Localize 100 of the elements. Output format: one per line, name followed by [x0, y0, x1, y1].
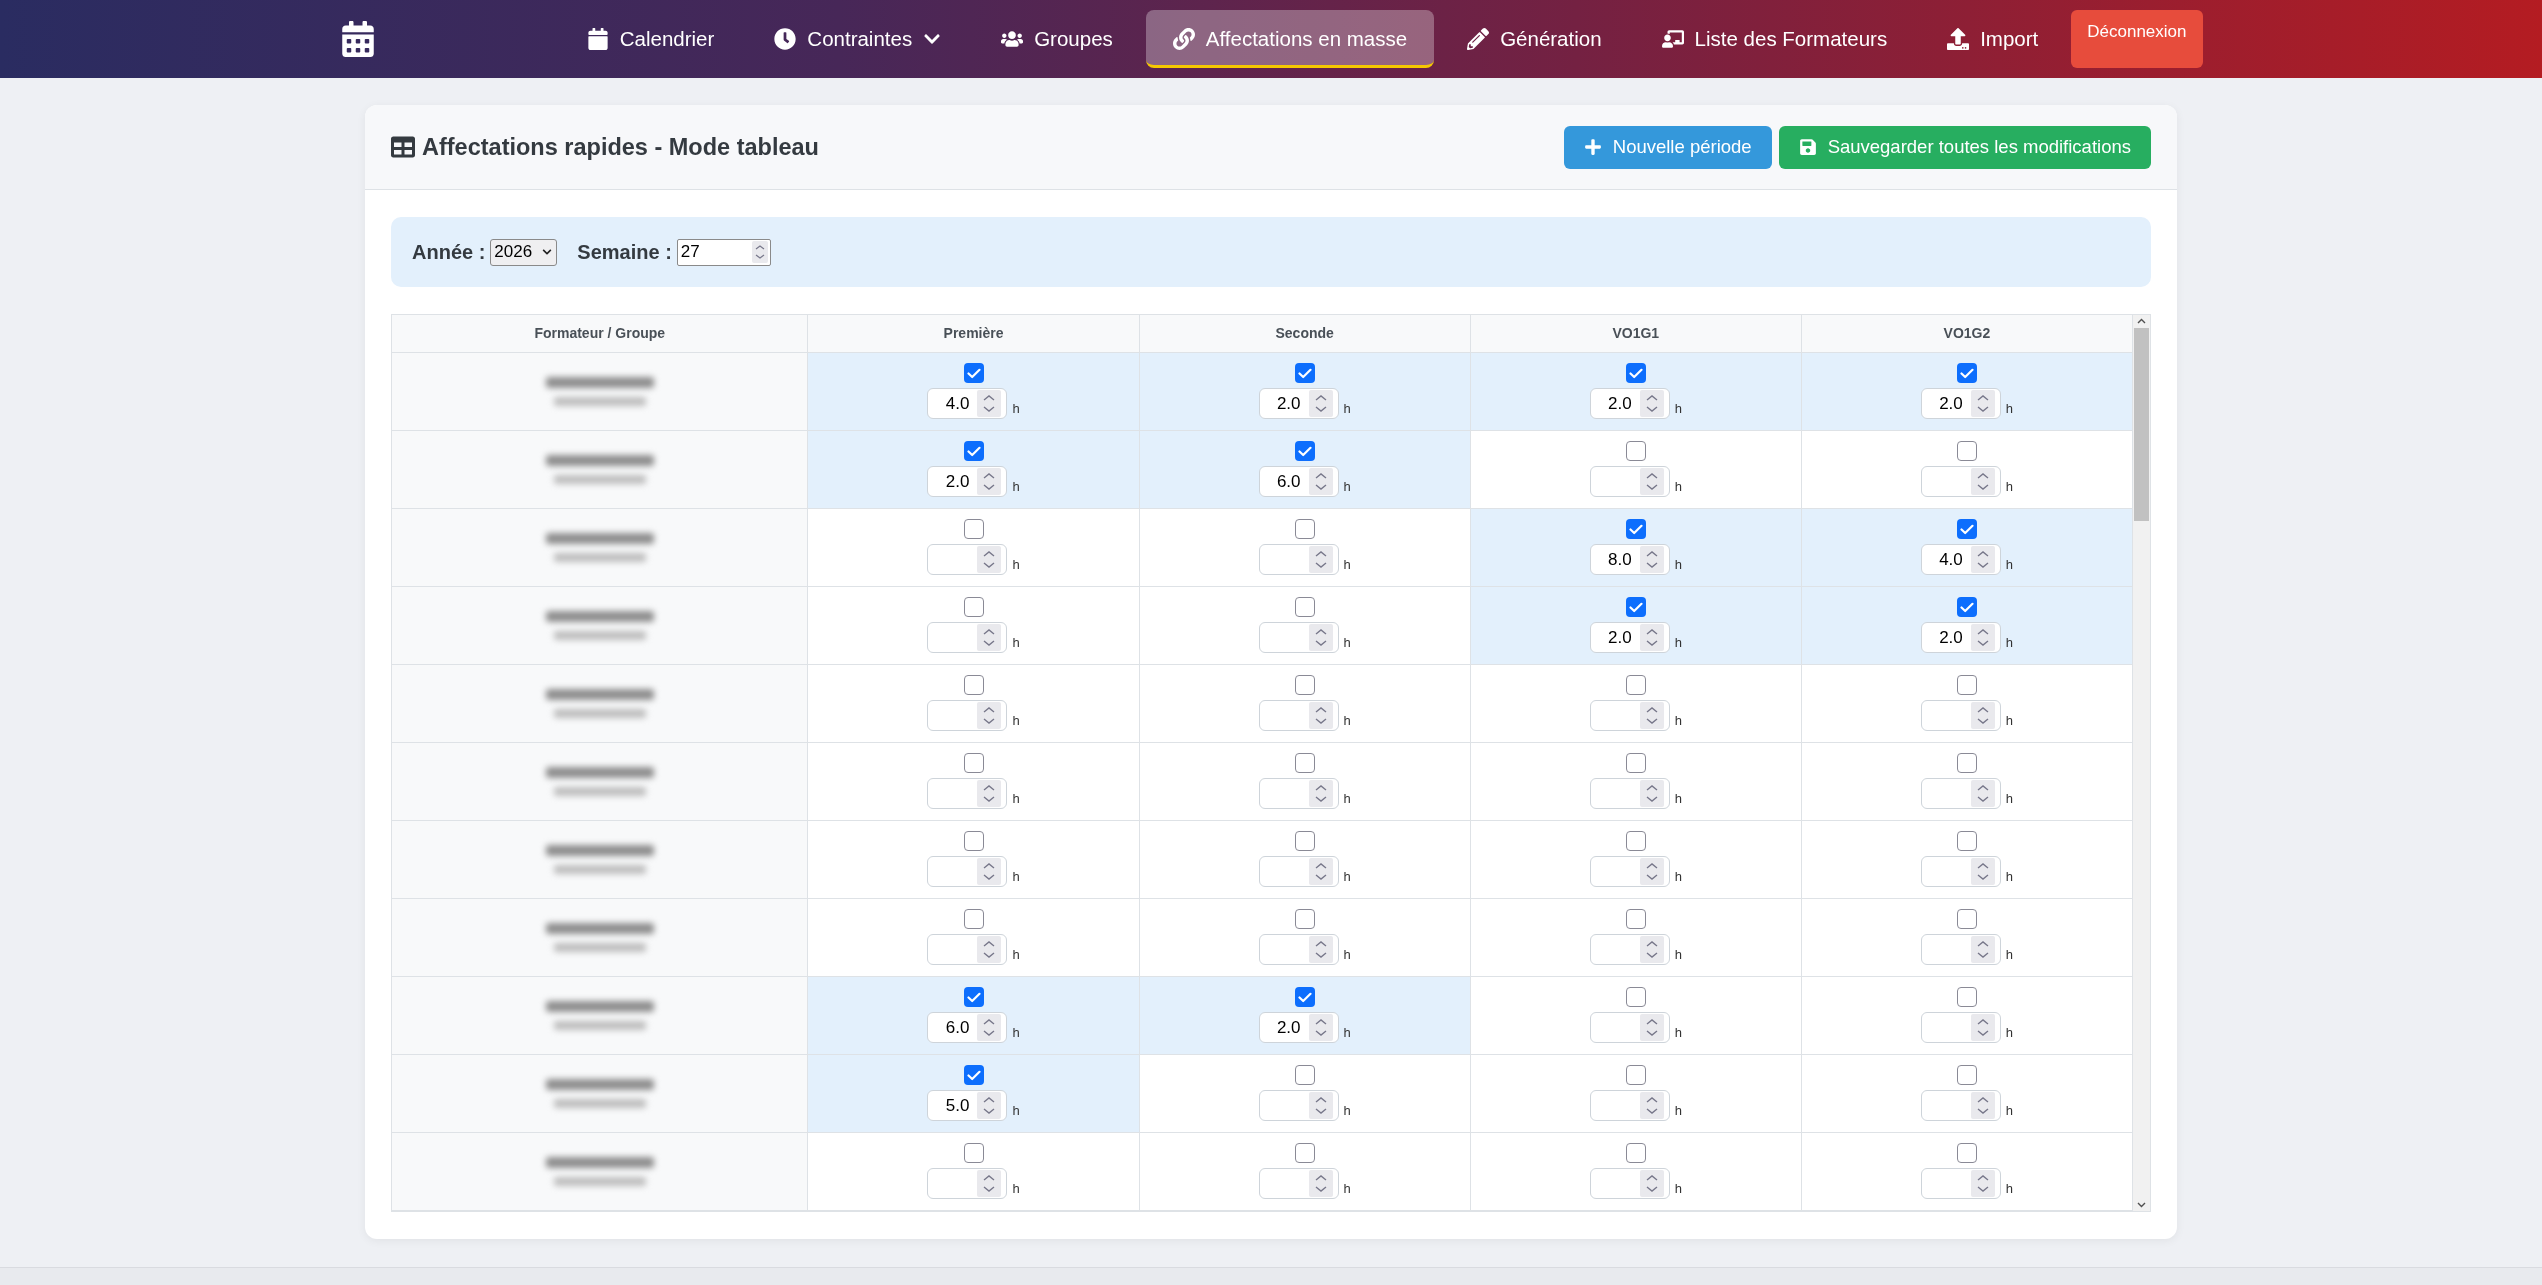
checkbox[interactable] [1625, 597, 1646, 617]
hours-field[interactable] [1589, 934, 1670, 965]
nav-link[interactable]: Groupes [974, 10, 1140, 68]
nav-link[interactable]: Import [1920, 10, 2066, 68]
hours-field[interactable] [1920, 1168, 2001, 1199]
spinner-icon[interactable] [1308, 858, 1333, 885]
checkbox[interactable] [1294, 1065, 1315, 1085]
hours-field[interactable] [1920, 1012, 2001, 1043]
checkbox[interactable] [963, 909, 984, 929]
hours-field[interactable] [1589, 1168, 1670, 1199]
hours-field[interactable] [1258, 1090, 1339, 1121]
hours-field[interactable]: 4.0 [927, 388, 1008, 419]
hours-field[interactable]: 2.0 [1258, 388, 1339, 419]
hours-field[interactable] [1589, 856, 1670, 887]
hours-field[interactable]: 2.0 [1920, 622, 2001, 653]
spinner-icon[interactable] [977, 468, 1002, 495]
spinner-icon[interactable] [1970, 780, 1995, 807]
checkbox[interactable] [1956, 519, 1977, 539]
nav-link[interactable]: Génération [1440, 10, 1629, 68]
checkbox[interactable] [963, 1143, 984, 1163]
hours-field[interactable]: 2.0 [1589, 622, 1670, 653]
spinner-icon[interactable] [977, 780, 1002, 807]
checkbox[interactable] [1956, 441, 1977, 461]
hours-field[interactable] [1920, 466, 2001, 497]
spinner-icon[interactable] [751, 241, 768, 263]
spinner-icon[interactable] [1639, 546, 1664, 573]
hours-field[interactable]: 4.0 [1920, 544, 2001, 575]
spinner-icon[interactable] [1308, 390, 1333, 417]
spinner-icon[interactable] [1639, 858, 1664, 885]
hours-field[interactable] [927, 1168, 1008, 1199]
spinner-icon[interactable] [977, 702, 1002, 729]
spinner-icon[interactable] [977, 546, 1002, 573]
checkbox[interactable] [1294, 363, 1315, 383]
hours-field[interactable] [1258, 778, 1339, 809]
scrollbar-track[interactable] [2133, 315, 2150, 1211]
hours-field[interactable] [1589, 778, 1670, 809]
scrollbar-thumb[interactable] [2134, 328, 2149, 521]
spinner-icon[interactable] [1308, 1014, 1333, 1041]
spinner-icon[interactable] [1639, 1014, 1664, 1041]
checkbox[interactable] [963, 363, 984, 383]
hours-field[interactable]: 6.0 [1258, 466, 1339, 497]
checkbox[interactable] [1294, 441, 1315, 461]
hours-field[interactable] [1920, 1090, 2001, 1121]
spinner-icon[interactable] [1970, 468, 1995, 495]
spinner-icon[interactable] [1308, 624, 1333, 651]
checkbox[interactable] [963, 519, 984, 539]
checkbox[interactable] [1625, 987, 1646, 1007]
hours-field[interactable] [1258, 622, 1339, 653]
spinner-icon[interactable] [1970, 1014, 1995, 1041]
spinner-icon[interactable] [1970, 1170, 1995, 1197]
logout-button[interactable]: Déconnexion [2071, 10, 2203, 68]
checkbox[interactable] [1625, 519, 1646, 539]
spinner-icon[interactable] [1308, 1092, 1333, 1119]
checkbox[interactable] [1625, 1143, 1646, 1163]
scroll-down-icon[interactable] [2137, 1201, 2146, 1208]
hours-field[interactable] [1258, 700, 1339, 731]
spinner-icon[interactable] [1970, 1092, 1995, 1119]
spinner-icon[interactable] [1970, 624, 1995, 651]
hours-field[interactable] [1920, 856, 2001, 887]
hours-field[interactable] [927, 778, 1008, 809]
checkbox[interactable] [1294, 831, 1315, 851]
hours-field[interactable] [927, 544, 1008, 575]
checkbox[interactable] [1294, 987, 1315, 1007]
spinner-icon[interactable] [1639, 624, 1664, 651]
hours-field[interactable] [927, 934, 1008, 965]
hours-field[interactable] [1920, 700, 2001, 731]
checkbox[interactable] [1956, 909, 1977, 929]
checkbox[interactable] [1956, 675, 1977, 695]
checkbox[interactable] [1956, 831, 1977, 851]
checkbox[interactable] [1956, 1065, 1977, 1085]
checkbox[interactable] [1625, 909, 1646, 929]
checkbox[interactable] [963, 1065, 984, 1085]
checkbox[interactable] [963, 675, 984, 695]
spinner-icon[interactable] [1970, 702, 1995, 729]
spinner-icon[interactable] [1308, 936, 1333, 963]
checkbox[interactable] [1625, 363, 1646, 383]
checkbox[interactable] [1956, 597, 1977, 617]
checkbox[interactable] [1956, 363, 1977, 383]
spinner-icon[interactable] [1970, 858, 1995, 885]
checkbox[interactable] [963, 753, 984, 773]
spinner-icon[interactable] [977, 1092, 1002, 1119]
hours-field[interactable] [1589, 1090, 1670, 1121]
checkbox[interactable] [1956, 987, 1977, 1007]
spinner-icon[interactable] [1639, 780, 1664, 807]
spinner-icon[interactable] [977, 624, 1002, 651]
checkbox[interactable] [1625, 1065, 1646, 1085]
hours-field[interactable] [1589, 1012, 1670, 1043]
hours-field[interactable] [1258, 934, 1339, 965]
checkbox[interactable] [1294, 909, 1315, 929]
hours-field[interactable]: 2.0 [1258, 1012, 1339, 1043]
checkbox[interactable] [1625, 675, 1646, 695]
checkbox[interactable] [1625, 441, 1646, 461]
checkbox[interactable] [1294, 675, 1315, 695]
spinner-icon[interactable] [1308, 546, 1333, 573]
hours-field[interactable] [1589, 700, 1670, 731]
checkbox[interactable] [1956, 753, 1977, 773]
hours-field[interactable]: 8.0 [1589, 544, 1670, 575]
hours-field[interactable] [1258, 856, 1339, 887]
spinner-icon[interactable] [1639, 702, 1664, 729]
checkbox[interactable] [963, 597, 984, 617]
